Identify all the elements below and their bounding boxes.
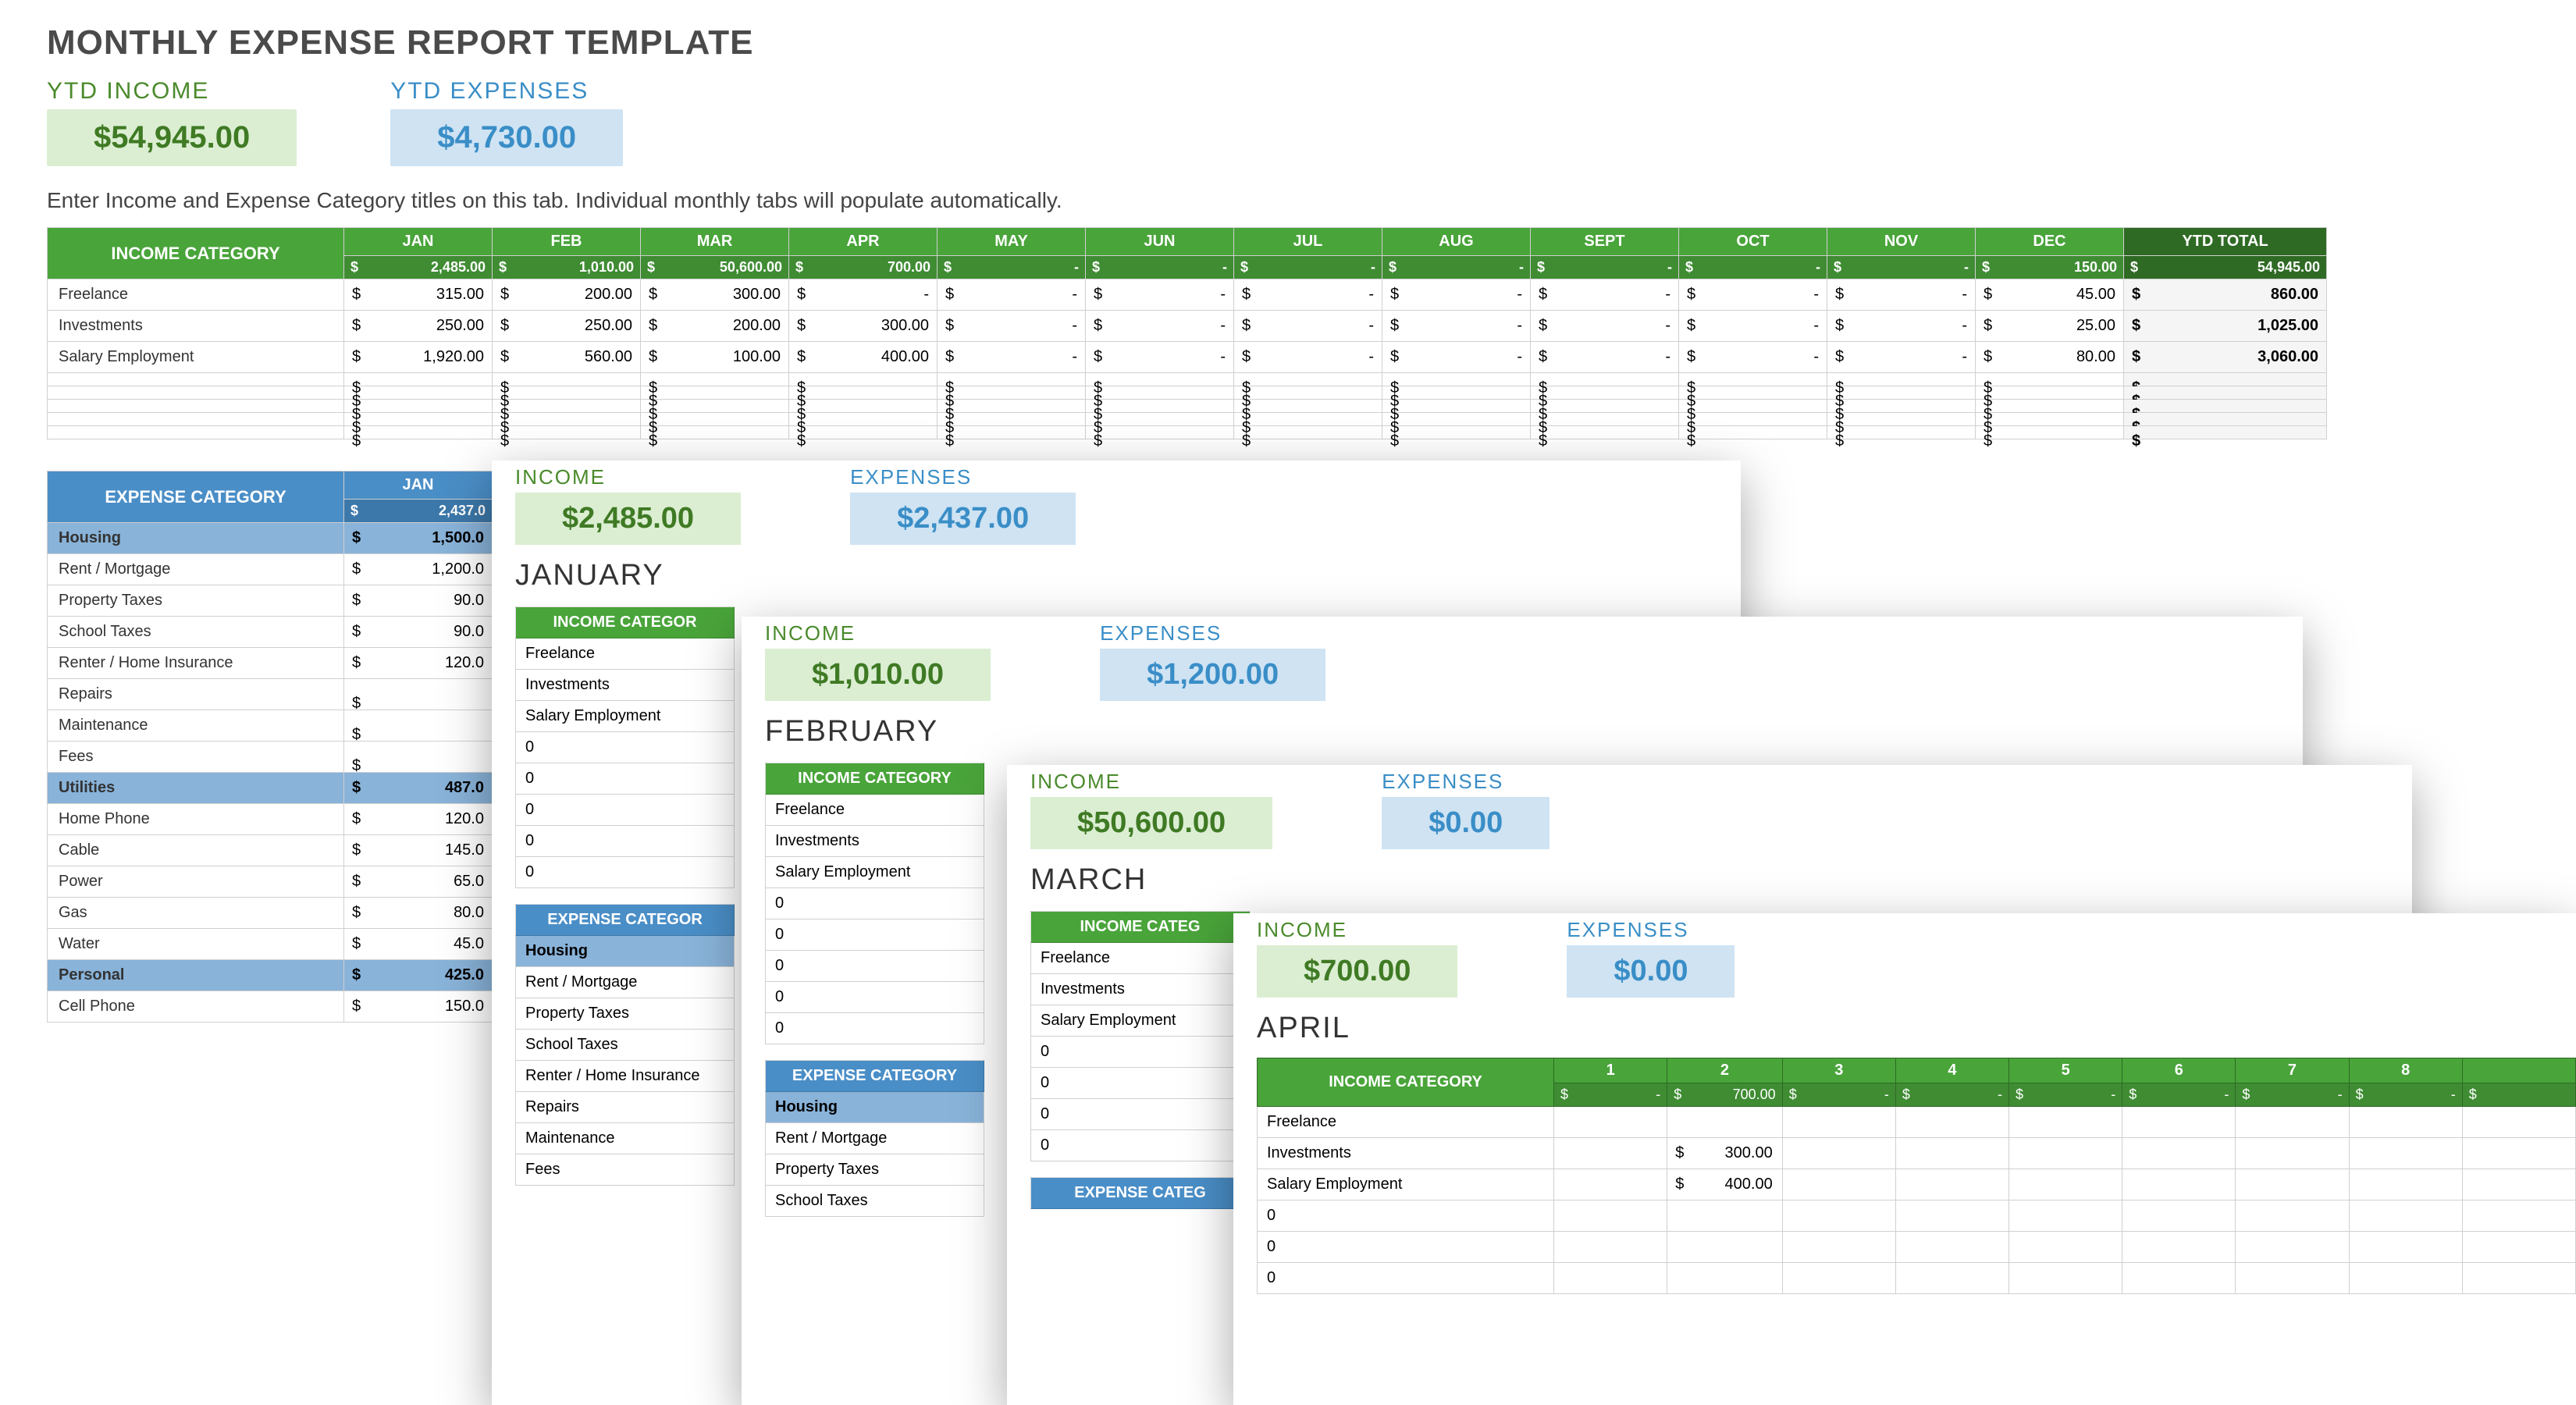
mar-income-label: INCOME — [1030, 770, 1272, 794]
mar-expenses-label: EXPENSES — [1382, 770, 1550, 794]
feb-income-mini[interactable]: INCOME CATEGORYFreelanceInvestmentsSalar… — [765, 763, 984, 1044]
feb-title: FEBRUARY — [742, 701, 2303, 753]
ytd-income-value: $54,945.00 — [47, 109, 297, 166]
feb-expenses-label: EXPENSES — [1100, 621, 1325, 646]
jan-income-value: $2,485.00 — [515, 493, 741, 545]
mar-income-mini[interactable]: INCOME CATEGFreelanceInvestmentsSalary E… — [1030, 911, 1250, 1161]
apr-income-label: INCOME — [1257, 918, 1457, 942]
ytd-expenses-label: YTD EXPENSES — [390, 78, 623, 105]
page-title: MONTHLY EXPENSE REPORT TEMPLATE — [0, 0, 2576, 62]
jan-income-label: INCOME — [515, 465, 741, 489]
mar-expenses-value: $0.00 — [1382, 797, 1550, 849]
ytd-income-label: YTD INCOME — [47, 78, 297, 105]
ytd-expenses-block: YTD EXPENSES $4,730.00 — [390, 78, 623, 166]
jan-expenses-value: $2,437.00 — [850, 493, 1076, 545]
feb-expenses-value: $1,200.00 — [1100, 649, 1325, 701]
feb-income-value: $1,010.00 — [765, 649, 991, 701]
mar-expense-mini[interactable]: EXPENSE CATEG — [1030, 1177, 1250, 1209]
feb-expense-mini[interactable]: EXPENSE CATEGORYHousingRent / MortgagePr… — [765, 1060, 984, 1217]
apr-income-value: $700.00 — [1257, 945, 1457, 998]
income-table[interactable]: INCOME CATEGORYJANFEBMARAPRMAYJUNJULAUGS… — [47, 227, 2327, 439]
apr-expenses-value: $0.00 — [1567, 945, 1735, 998]
instruction-text: Enter Income and Expense Category titles… — [0, 166, 2576, 227]
apr-title: APRIL — [1233, 998, 2576, 1050]
feb-income-label: INCOME — [765, 621, 991, 646]
ytd-summary-row: YTD INCOME $54,945.00 YTD EXPENSES $4,73… — [0, 62, 2576, 166]
apr-expenses-label: EXPENSES — [1567, 918, 1735, 942]
jan-income-mini[interactable]: INCOME CATEGORFreelanceInvestmentsSalary… — [515, 606, 735, 888]
april-table[interactable]: INCOME CATEGORY12345678$-$700.00$-$-$-$-… — [1257, 1058, 2576, 1294]
jan-title: JANUARY — [492, 545, 1741, 597]
mar-title: MARCH — [1007, 849, 2412, 902]
ytd-expenses-value: $4,730.00 — [390, 109, 623, 166]
ytd-income-block: YTD INCOME $54,945.00 — [47, 78, 297, 166]
april-panel: INCOME $700.00 EXPENSES $0.00 APRIL INCO… — [1233, 913, 2576, 1405]
expense-table[interactable]: EXPENSE CATEGORYJAN$2,437.0Housing$1,500… — [47, 471, 493, 1023]
jan-expenses-label: EXPENSES — [850, 465, 1076, 489]
jan-expense-mini[interactable]: EXPENSE CATEGORHousingRent / MortgagePro… — [515, 904, 735, 1186]
mar-income-value: $50,600.00 — [1030, 797, 1272, 849]
